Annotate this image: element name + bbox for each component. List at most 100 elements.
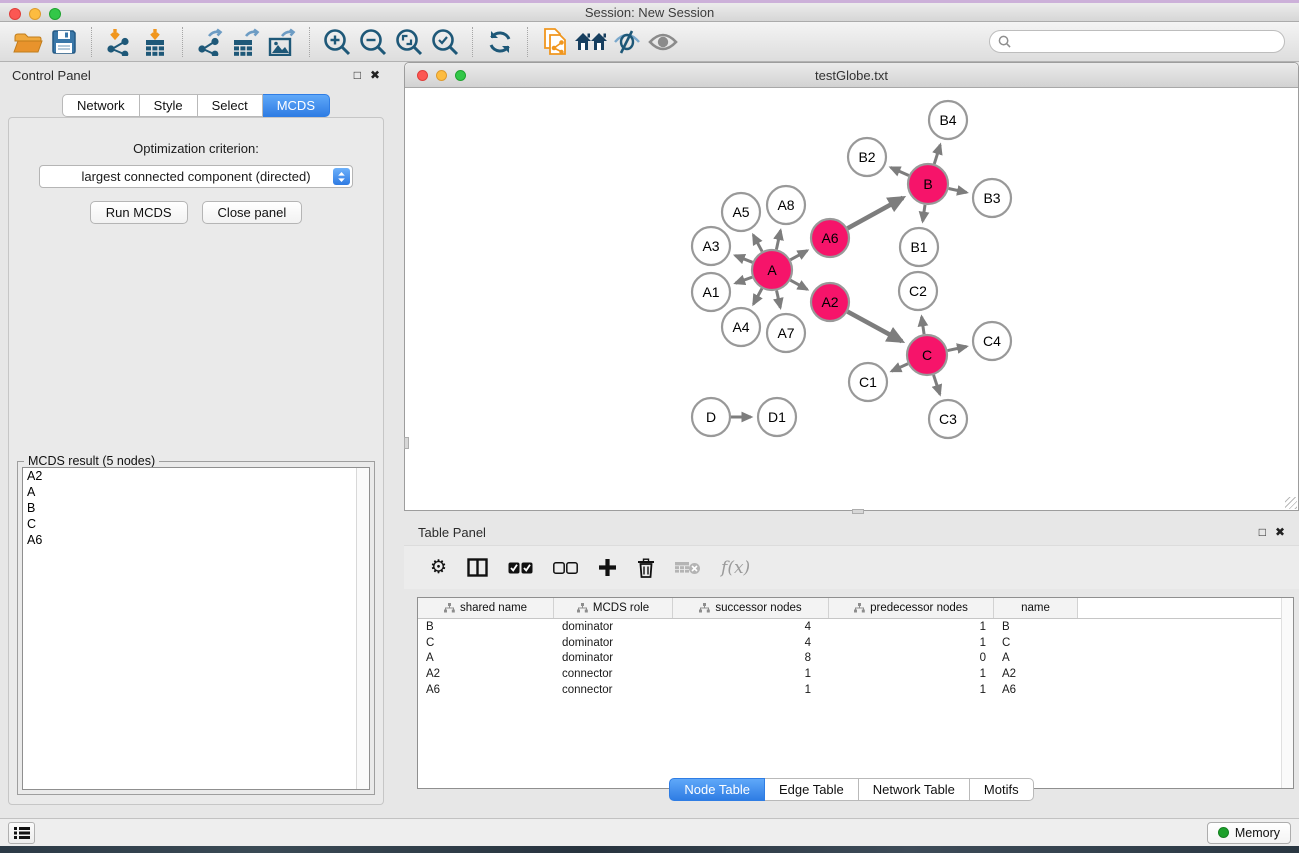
table-cell[interactable]: A	[418, 652, 554, 664]
graph-edge[interactable]	[753, 288, 762, 304]
task-history-button[interactable]	[8, 822, 35, 844]
float-panel-icon[interactable]: □	[354, 69, 361, 81]
zoom-in-button[interactable]	[319, 25, 355, 59]
column-header[interactable]: predecessor nodes	[829, 598, 994, 618]
mcds-result-item[interactable]: C	[23, 516, 369, 532]
graph-edge[interactable]	[923, 205, 925, 221]
minimize-window-button[interactable]	[29, 8, 41, 20]
table-cell[interactable]: 4	[673, 621, 829, 633]
select-all-rows-icon[interactable]	[508, 562, 533, 574]
splitter-grip[interactable]	[404, 437, 409, 449]
table-cell[interactable]: B	[994, 621, 1078, 633]
network-window-titlebar[interactable]: testGlobe.txt	[405, 63, 1298, 88]
optimization-criterion-select[interactable]: largest connected component (directed)	[39, 165, 353, 188]
tab-network-table[interactable]: Network Table	[859, 778, 970, 801]
table-cell[interactable]: A6	[418, 684, 554, 696]
column-header[interactable]: MCDS role	[554, 598, 673, 618]
graph-edge[interactable]	[753, 235, 762, 252]
table-cell[interactable]: 1	[673, 668, 829, 680]
open-session-button[interactable]	[10, 25, 46, 59]
table-scrollbar[interactable]	[1281, 598, 1293, 788]
table-cell[interactable]: dominator	[554, 652, 673, 664]
function-builder-icon[interactable]: f(x)	[721, 558, 750, 578]
table-cell[interactable]: 1	[673, 684, 829, 696]
graph-edge[interactable]	[790, 280, 807, 289]
close-window-button[interactable]	[9, 8, 21, 20]
table-cell[interactable]: dominator	[554, 621, 673, 633]
zoom-network-button[interactable]	[455, 70, 466, 81]
table-row[interactable]: Cdominator41C	[418, 635, 1293, 651]
zoom-fit-button[interactable]	[391, 25, 427, 59]
resize-grip-icon[interactable]	[1285, 497, 1297, 509]
column-header[interactable]: successor nodes	[673, 598, 829, 618]
close-panel-button[interactable]: Close panel	[202, 201, 303, 224]
network-canvas[interactable]: B4B2BB3A8A5A6A3B1AA1C2A2A4A7C4CC1C3DD1	[405, 88, 1298, 510]
tab-select[interactable]: Select	[198, 94, 263, 117]
graph-edge[interactable]	[892, 364, 908, 371]
table-row[interactable]: A6connector11A6	[418, 682, 1293, 698]
table-cell[interactable]: 1	[829, 668, 994, 680]
table-cell[interactable]: 4	[673, 637, 829, 649]
graph-edge[interactable]	[735, 256, 752, 263]
table-row[interactable]: A2connector11A2	[418, 666, 1293, 682]
save-session-button[interactable]	[46, 25, 82, 59]
zoom-window-button[interactable]	[49, 8, 61, 20]
search-field[interactable]	[989, 30, 1285, 53]
close-panel-icon[interactable]: ✖	[370, 69, 380, 81]
tab-mcds[interactable]: MCDS	[263, 94, 330, 117]
show-column-icon[interactable]	[467, 558, 488, 577]
table-cell[interactable]: C	[994, 637, 1078, 649]
window-controls[interactable]	[9, 8, 61, 20]
column-header[interactable]: shared name	[418, 598, 554, 618]
hide-panel-button[interactable]	[609, 25, 645, 59]
mcds-result-item[interactable]: B	[23, 500, 369, 516]
table-cell[interactable]: dominator	[554, 637, 673, 649]
mcds-result-item[interactable]: A2	[23, 468, 369, 484]
import-table-button[interactable]	[137, 25, 173, 59]
tab-style[interactable]: Style	[140, 94, 198, 117]
table-cell[interactable]: connector	[554, 684, 673, 696]
graph-edge[interactable]	[949, 188, 967, 192]
list-scrollbar[interactable]	[356, 468, 369, 789]
minimize-network-button[interactable]	[436, 70, 447, 81]
clone-network-button[interactable]	[537, 25, 573, 59]
delete-table-icon[interactable]	[675, 560, 701, 575]
export-image-button[interactable]	[264, 25, 300, 59]
table-row[interactable]: Adominator80A	[418, 651, 1293, 667]
close-panel-icon[interactable]: ✖	[1275, 526, 1285, 538]
table-cell[interactable]: 0	[829, 652, 994, 664]
graph-edge[interactable]	[735, 277, 752, 283]
table-row[interactable]: Bdominator41B	[418, 619, 1293, 635]
column-header[interactable]: name	[994, 598, 1078, 618]
table-cell[interactable]: A	[994, 652, 1078, 664]
graph-edge[interactable]	[777, 290, 781, 307]
table-options-gear-icon[interactable]: ⚙	[430, 558, 447, 577]
home-neighbors-button[interactable]	[573, 25, 609, 59]
graph-edge[interactable]	[790, 251, 807, 260]
table-cell[interactable]: 1	[829, 684, 994, 696]
refresh-button[interactable]	[482, 25, 518, 59]
deselect-all-rows-icon[interactable]	[553, 562, 578, 574]
network-window-controls[interactable]	[417, 70, 466, 81]
run-mcds-button[interactable]: Run MCDS	[90, 201, 188, 224]
delete-column-icon[interactable]	[637, 558, 655, 578]
tab-edge-table[interactable]: Edge Table	[765, 778, 859, 801]
zoom-selected-button[interactable]	[427, 25, 463, 59]
table-cell[interactable]: C	[418, 637, 554, 649]
memory-button[interactable]: Memory	[1207, 822, 1291, 844]
table-cell[interactable]: connector	[554, 668, 673, 680]
mcds-result-list[interactable]: A2ABCA6	[22, 467, 370, 790]
close-network-button[interactable]	[417, 70, 428, 81]
float-panel-icon[interactable]: □	[1259, 526, 1266, 538]
tab-motifs[interactable]: Motifs	[970, 778, 1034, 801]
splitter-grip[interactable]	[852, 509, 864, 514]
add-column-icon[interactable]	[598, 558, 617, 577]
table-cell[interactable]: A2	[418, 668, 554, 680]
graph-edge[interactable]	[934, 145, 940, 164]
zoom-out-button[interactable]	[355, 25, 391, 59]
search-input[interactable]	[1011, 34, 1276, 49]
graph-edge[interactable]	[891, 168, 909, 176]
import-network-button[interactable]	[101, 25, 137, 59]
table-cell[interactable]: 8	[673, 652, 829, 664]
table-cell[interactable]: A2	[994, 668, 1078, 680]
